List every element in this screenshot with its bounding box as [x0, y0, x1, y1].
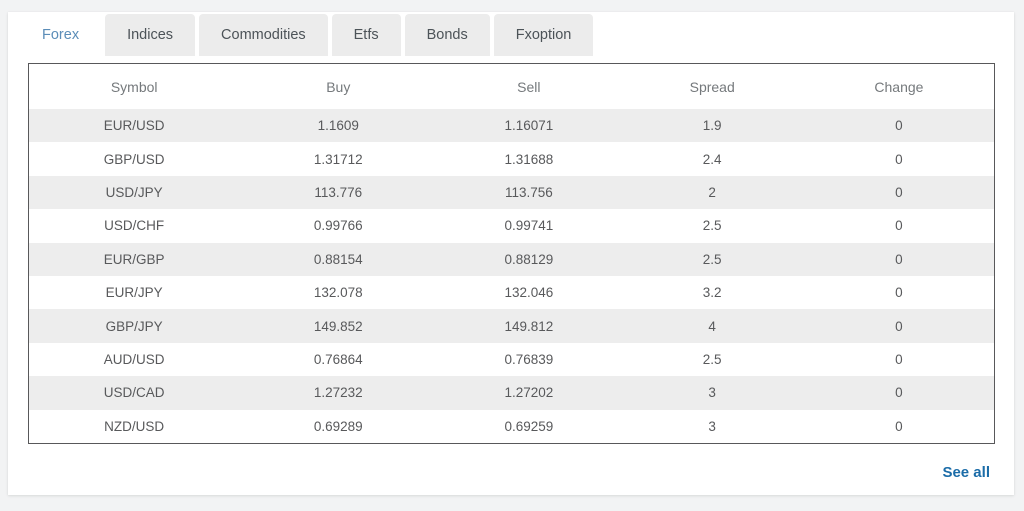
cell-symbol: USD/JPY — [29, 176, 239, 209]
cell-spread: 2.5 — [621, 343, 804, 376]
quotes-table-head: SymbolBuySellSpreadChange — [29, 64, 994, 109]
table-row[interactable]: NZD/USD0.692890.6925930 — [29, 410, 994, 443]
cell-symbol: USD/CHF — [29, 209, 239, 242]
tab-fxoption[interactable]: Fxoption — [494, 14, 594, 56]
cell-change: 0 — [804, 109, 994, 142]
tab-bonds[interactable]: Bonds — [405, 14, 490, 56]
cell-symbol: EUR/GBP — [29, 243, 239, 276]
table-row[interactable]: USD/CAD1.272321.2720230 — [29, 376, 994, 409]
cell-sell: 132.046 — [437, 276, 620, 309]
cell-change: 0 — [804, 309, 994, 342]
cell-buy: 132.078 — [239, 276, 437, 309]
table-row[interactable]: EUR/USD1.16091.160711.90 — [29, 109, 994, 142]
cell-symbol: AUD/USD — [29, 343, 239, 376]
cell-sell: 0.69259 — [437, 410, 620, 443]
cell-sell: 1.16071 — [437, 109, 620, 142]
cell-change: 0 — [804, 176, 994, 209]
cell-buy: 1.31712 — [239, 142, 437, 175]
cell-spread: 2.5 — [621, 243, 804, 276]
table-row[interactable]: EUR/JPY132.078132.0463.20 — [29, 276, 994, 309]
cell-symbol: EUR/JPY — [29, 276, 239, 309]
cell-buy: 0.76864 — [239, 343, 437, 376]
table-row[interactable]: AUD/USD0.768640.768392.50 — [29, 343, 994, 376]
cell-spread: 2 — [621, 176, 804, 209]
table-row[interactable]: GBP/USD1.317121.316882.40 — [29, 142, 994, 175]
cell-sell: 1.27202 — [437, 376, 620, 409]
cell-change: 0 — [804, 209, 994, 242]
column-header-symbol: Symbol — [29, 64, 239, 109]
cell-buy: 1.1609 — [239, 109, 437, 142]
cell-sell: 0.88129 — [437, 243, 620, 276]
tab-commodities[interactable]: Commodities — [199, 14, 328, 56]
cell-symbol: NZD/USD — [29, 410, 239, 443]
cell-buy: 113.776 — [239, 176, 437, 209]
page-root: ForexIndicesCommoditiesEtfsBondsFxoption… — [0, 0, 1024, 511]
table-row[interactable]: EUR/GBP0.881540.881292.50 — [29, 243, 994, 276]
cell-spread: 4 — [621, 309, 804, 342]
cell-change: 0 — [804, 410, 994, 443]
cell-spread: 3 — [621, 410, 804, 443]
cell-sell: 0.99741 — [437, 209, 620, 242]
cell-sell: 1.31688 — [437, 142, 620, 175]
cell-change: 0 — [804, 343, 994, 376]
tab-indices[interactable]: Indices — [105, 14, 195, 56]
see-all-container: See all — [942, 464, 990, 482]
cell-change: 0 — [804, 276, 994, 309]
column-header-spread: Spread — [621, 64, 804, 109]
column-header-sell: Sell — [437, 64, 620, 109]
quotes-table: SymbolBuySellSpreadChange EUR/USD1.16091… — [29, 64, 994, 443]
cell-change: 0 — [804, 243, 994, 276]
quotes-table-container: SymbolBuySellSpreadChange EUR/USD1.16091… — [28, 63, 995, 444]
table-header-row: SymbolBuySellSpreadChange — [29, 64, 994, 109]
quotes-table-body: EUR/USD1.16091.160711.90GBP/USD1.317121.… — [29, 109, 994, 443]
quotes-card: ForexIndicesCommoditiesEtfsBondsFxoption… — [8, 12, 1014, 495]
cell-symbol: GBP/USD — [29, 142, 239, 175]
cell-buy: 0.69289 — [239, 410, 437, 443]
cell-change: 0 — [804, 142, 994, 175]
tab-forex[interactable]: Forex — [20, 14, 101, 56]
cell-buy: 0.88154 — [239, 243, 437, 276]
see-all-link[interactable]: See all — [942, 464, 990, 481]
cell-spread: 3 — [621, 376, 804, 409]
cell-spread: 3.2 — [621, 276, 804, 309]
cell-spread: 2.4 — [621, 142, 804, 175]
cell-buy: 0.99766 — [239, 209, 437, 242]
table-row[interactable]: USD/JPY113.776113.75620 — [29, 176, 994, 209]
cell-buy: 1.27232 — [239, 376, 437, 409]
table-row[interactable]: USD/CHF0.997660.997412.50 — [29, 209, 994, 242]
cell-symbol: USD/CAD — [29, 376, 239, 409]
column-header-change: Change — [804, 64, 994, 109]
cell-symbol: GBP/JPY — [29, 309, 239, 342]
cell-sell: 0.76839 — [437, 343, 620, 376]
asset-class-tabs: ForexIndicesCommoditiesEtfsBondsFxoption — [20, 14, 593, 56]
cell-buy: 149.852 — [239, 309, 437, 342]
cell-symbol: EUR/USD — [29, 109, 239, 142]
cell-spread: 1.9 — [621, 109, 804, 142]
cell-spread: 2.5 — [621, 209, 804, 242]
tab-etfs[interactable]: Etfs — [332, 14, 401, 56]
cell-change: 0 — [804, 376, 994, 409]
table-row[interactable]: GBP/JPY149.852149.81240 — [29, 309, 994, 342]
column-header-buy: Buy — [239, 64, 437, 109]
cell-sell: 149.812 — [437, 309, 620, 342]
cell-sell: 113.756 — [437, 176, 620, 209]
